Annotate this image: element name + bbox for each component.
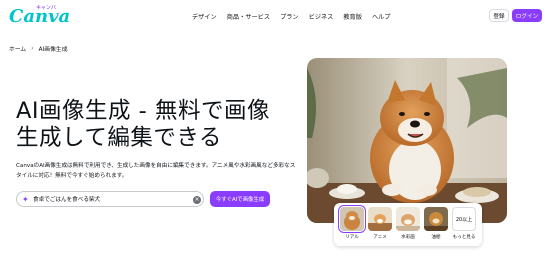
nav-item-education[interactable]: 教育版: [343, 12, 362, 21]
style-thumb-realistic: [338, 205, 366, 233]
style-thumb-anime: [368, 207, 392, 231]
hero-image-shiba-dog: [307, 58, 507, 223]
site-header: Canva キャンバ デザイン 商品・サービス プラン ビジネス 教育版 ヘルプ…: [0, 0, 550, 32]
sparkle-icon: ✦: [22, 195, 29, 204]
breadcrumb-home[interactable]: ホーム: [9, 44, 26, 53]
page-description: CanvaのAI画像生成は無料で利用でき、生成した画像を自由に編集できます。アニ…: [16, 163, 296, 179]
style-label: もっと見る: [452, 235, 476, 240]
more-styles-count: 20以上: [452, 207, 476, 231]
style-option-anime[interactable]: アニメ: [368, 207, 392, 240]
logo-subtitle: キャンバ: [36, 5, 57, 11]
style-label: アニメ: [373, 235, 387, 240]
style-option-watercolor[interactable]: 水彩画: [396, 207, 420, 240]
nav-item-business[interactable]: ビジネス: [309, 12, 334, 21]
style-option-oil-painting[interactable]: 油絵: [424, 207, 448, 240]
login-button[interactable]: ログイン: [512, 9, 542, 22]
chevron-right-icon: ›: [31, 45, 34, 52]
style-thumb-oil-painting: [424, 207, 448, 231]
style-option-more[interactable]: 20以上 もっと見る: [452, 207, 476, 240]
nav-item-plans[interactable]: プラン: [280, 12, 299, 21]
breadcrumb: ホーム › AI画像生成: [9, 44, 68, 53]
nav-item-help[interactable]: ヘルプ: [372, 12, 391, 21]
prompt-input[interactable]: [33, 194, 193, 204]
style-label: 水彩画: [401, 235, 415, 240]
style-chooser: リアル アニメ 水彩画 油絵 20以上 もっと見る: [334, 203, 482, 246]
prompt-field: ✦ ×: [16, 191, 204, 207]
generate-button[interactable]: 今すぐAIで画像生成: [210, 191, 270, 207]
style-label: 油絵: [431, 235, 441, 240]
breadcrumb-current: AI画像生成: [38, 47, 68, 53]
style-option-realistic[interactable]: リアル: [338, 205, 366, 240]
clear-icon[interactable]: ×: [193, 195, 201, 204]
style-label: リアル: [345, 235, 359, 240]
nav-item-products[interactable]: 商品・サービス: [227, 12, 270, 21]
nav-item-design[interactable]: デザイン: [192, 12, 217, 21]
page-title: AI画像生成 - 無料で画像生成して編集できる: [16, 98, 270, 151]
style-thumb-watercolor: [396, 207, 420, 231]
register-button[interactable]: 登録: [489, 9, 509, 22]
main-nav: デザイン 商品・サービス プラン ビジネス 教育版 ヘルプ: [192, 12, 391, 21]
